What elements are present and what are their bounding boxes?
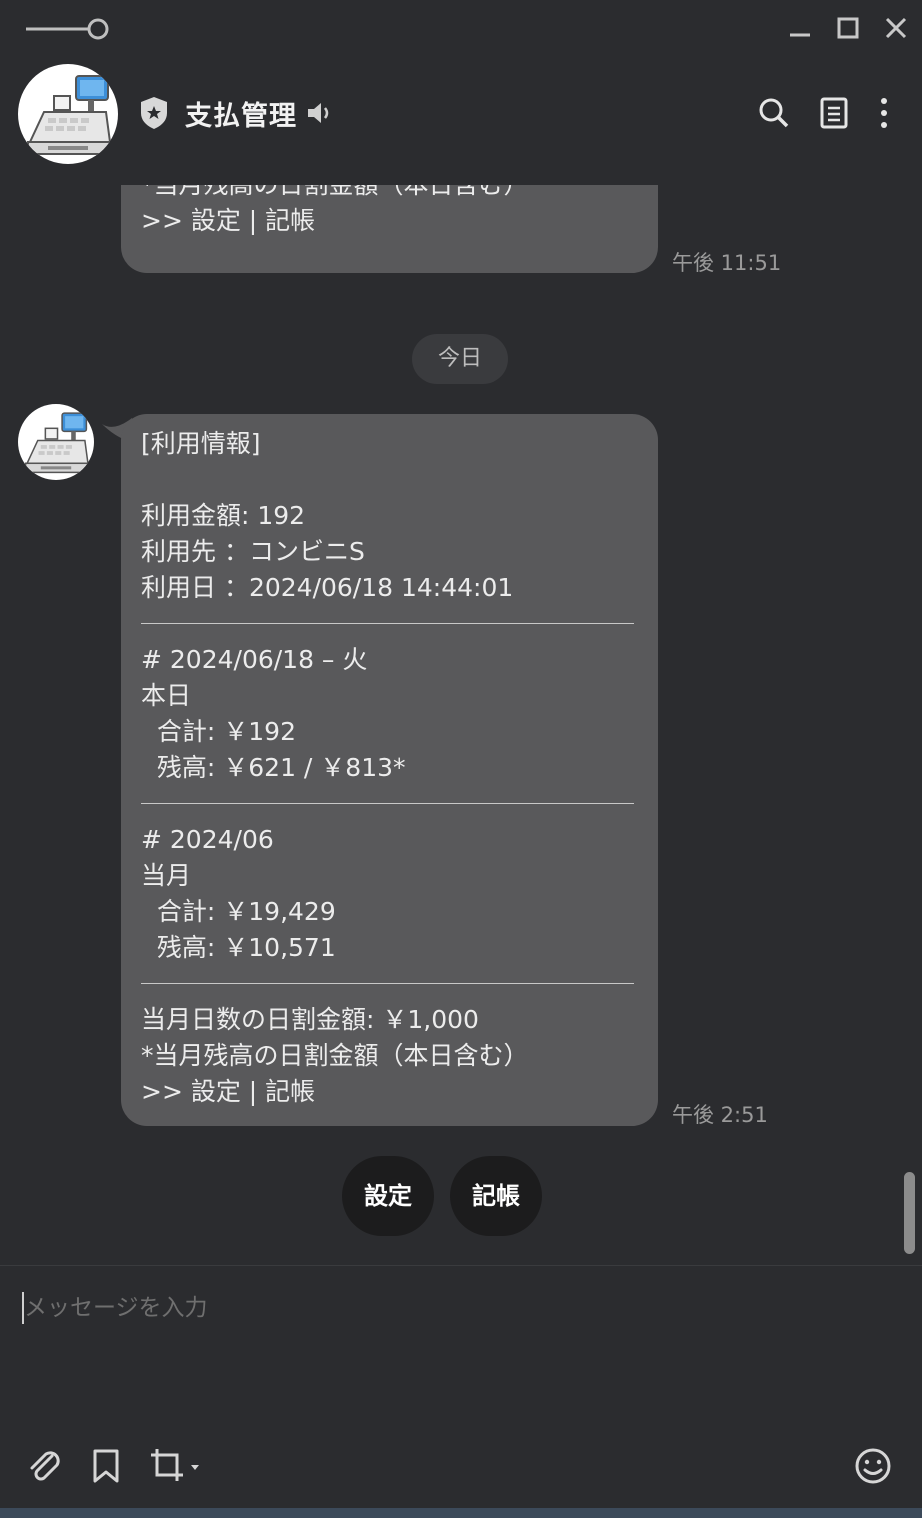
date-divider: 今日 xyxy=(412,334,508,384)
message-line: [利用情報] xyxy=(141,429,261,458)
search-icon[interactable] xyxy=(758,95,790,131)
divider xyxy=(141,803,634,804)
window-titlebar xyxy=(0,0,922,55)
message-composer xyxy=(0,1265,922,1518)
message-line: 利用日 ：2024/06/18 14:44:01 xyxy=(141,573,514,602)
avatar[interactable] xyxy=(18,404,94,480)
message-line: >> 設定 | 記帳 xyxy=(141,206,316,235)
cash-register-icon xyxy=(27,75,113,155)
message-line: >> 設定 | 記帳 xyxy=(141,1077,316,1106)
shield-star-icon xyxy=(141,97,167,129)
bookmark-icon[interactable] xyxy=(86,1446,126,1486)
chat-title: 支払管理 xyxy=(185,101,297,132)
chat-history[interactable]: *当月残高の日割金額（本日含む） >> 設定 | 記帳 午後 11:51 今日 … xyxy=(0,185,922,1265)
message-line: 合計: ￥19,429 xyxy=(141,897,336,926)
message-line: 合計: ￥192 xyxy=(141,717,296,746)
quick-reply-settings-button[interactable]: 設定 xyxy=(342,1156,434,1236)
emoji-icon[interactable] xyxy=(853,1446,893,1486)
more-vertical-icon[interactable] xyxy=(868,95,900,131)
divider xyxy=(141,983,634,984)
cash-register-icon xyxy=(24,412,91,474)
message-timestamp: 午後 11:51 xyxy=(672,251,782,275)
message-line: 残高: ￥10,571 xyxy=(141,933,336,962)
message-bubble[interactable]: *当月残高の日割金額（本日含む） >> 設定 | 記帳 xyxy=(121,185,658,273)
maximize-icon[interactable] xyxy=(833,13,863,43)
avatar[interactable] xyxy=(18,64,118,164)
message-input[interactable] xyxy=(24,1288,884,1328)
window-bottom-edge xyxy=(0,1508,922,1518)
speaker-icon[interactable] xyxy=(306,100,334,126)
message-line: 当月 xyxy=(141,861,192,890)
message-line: 当月日数の日割金額: ￥1,000 xyxy=(141,1005,479,1034)
message-line: *当月残高の日割金額（本日含む） xyxy=(141,1041,529,1070)
message-line: 利用金額: 192 xyxy=(141,501,306,530)
pin-icon[interactable] xyxy=(26,17,110,41)
message-timestamp: 午後 2:51 xyxy=(672,1103,768,1127)
message-line: 残高: ￥621 / ￥813* xyxy=(141,753,406,782)
quick-reply-bookkeeping-button[interactable]: 記帳 xyxy=(450,1156,542,1236)
message-bubble[interactable]: [利用情報] 利用金額: 192 利用先 ：コンビニS 利用日 ：2024/06… xyxy=(121,414,658,1126)
close-icon[interactable] xyxy=(881,13,911,43)
message-line: *当月残高の日割金額（本日含む） xyxy=(141,185,638,203)
minimize-icon[interactable] xyxy=(785,13,815,43)
chat-header: 支払管理 xyxy=(0,55,922,185)
message-line: 本日 xyxy=(141,681,192,710)
notes-icon[interactable] xyxy=(818,95,850,131)
message-line: 利用先 ：コンビニS xyxy=(141,537,365,566)
divider xyxy=(141,623,634,624)
message-line: # 2024/06/18 – 火 xyxy=(141,645,368,674)
attach-icon[interactable] xyxy=(24,1446,64,1486)
message-line: # 2024/06 xyxy=(141,825,274,854)
crop-screenshot-icon[interactable] xyxy=(148,1446,204,1486)
scrollbar-thumb[interactable] xyxy=(904,1172,915,1254)
